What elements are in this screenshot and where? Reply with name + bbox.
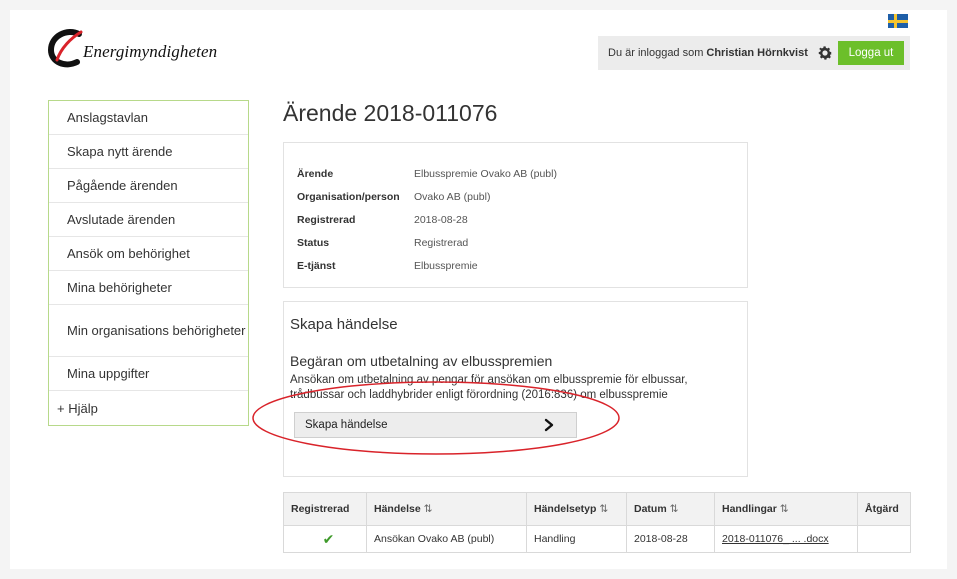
- event-cell: Ansökan Ovako AB (publ): [366, 525, 527, 553]
- col-atgard: Åtgärd: [857, 492, 911, 526]
- create-event-button[interactable]: Skapa händelse: [294, 412, 577, 438]
- sidebar-item-anslagstavlan[interactable]: Anslagstavlan: [49, 101, 248, 135]
- sort-icon[interactable]: ⇅: [780, 503, 789, 515]
- swedish-flag-icon[interactable]: [888, 14, 908, 28]
- date-cell: 2018-08-28: [626, 525, 715, 553]
- create-event-card: Skapa händelse Begäran om utbetalning av…: [283, 301, 748, 477]
- info-value: Ovako AB (publ): [414, 190, 491, 203]
- info-key: Ärende: [297, 167, 334, 180]
- col-handlingar[interactable]: Handlingar ⇅: [714, 492, 858, 526]
- sort-icon[interactable]: ⇅: [424, 503, 433, 515]
- sort-icon[interactable]: ⇅: [670, 503, 679, 515]
- info-key: Registrerad: [297, 213, 356, 226]
- sidebar-item-ansok-om-behorighet[interactable]: Ansök om behörighet: [49, 237, 248, 271]
- logout-button[interactable]: Logga ut: [838, 41, 904, 65]
- info-row: Ärende Elbusspremie Ovako AB (publ): [297, 162, 747, 185]
- checkmark-icon: ✔: [322, 530, 335, 547]
- document-link[interactable]: 2018-011076_ ... .docx: [722, 533, 829, 545]
- events-table: Registrerad Händelse ⇅ Händelsetyp ⇅ Dat…: [283, 492, 911, 553]
- sidebar-item-hjalp[interactable]: + Hjälp: [49, 391, 248, 425]
- col-registrerad: Registrerad: [283, 492, 367, 526]
- sort-icon[interactable]: ⇅: [599, 503, 608, 515]
- info-value: 2018-08-28: [414, 213, 468, 226]
- info-key: Organisation/person: [297, 190, 400, 203]
- info-row: E-tjänst Elbusspremie: [297, 254, 747, 277]
- info-key: Status: [297, 236, 330, 249]
- logo[interactable]: Energimyndigheten: [45, 26, 217, 70]
- info-row: Registrerad 2018-08-28: [297, 208, 747, 231]
- table-header-row: Registrerad Händelse ⇅ Händelsetyp ⇅ Dat…: [283, 492, 911, 526]
- create-event-button-label: Skapa händelse: [305, 419, 388, 431]
- user-bar: Du är inloggad som Christian Hörnkvist Lo…: [598, 36, 910, 70]
- logged-in-label: Du är inloggad som Christian Hörnkvist: [608, 47, 808, 59]
- user-name: Christian Hörnkvist: [706, 47, 808, 59]
- sidebar-item-mina-behorigheter[interactable]: Mina behörigheter: [49, 271, 248, 305]
- documents-cell: 2018-011076_ ... .docx: [714, 525, 858, 553]
- info-value: Elbusspremie: [414, 259, 478, 272]
- energimyndigheten-logo-icon: [47, 29, 83, 68]
- case-info-card: Ärende Elbusspremie Ovako AB (publ) Organ…: [283, 142, 748, 288]
- sidebar-nav: Anslagstavlan Skapa nytt ärende Pågående…: [48, 100, 249, 426]
- col-handelse[interactable]: Händelse ⇅: [366, 492, 527, 526]
- col-datum[interactable]: Datum ⇅: [626, 492, 715, 526]
- logo-text: Energimyndigheten: [83, 42, 218, 61]
- page-title: Ärende 2018-011076: [283, 100, 498, 126]
- sidebar-item-min-organisations-behorigheter[interactable]: Min organisations behörigheter: [49, 305, 248, 357]
- chevron-right-icon: [544, 418, 554, 432]
- create-event-description: Ansökan om utbetalning av pengar för ans…: [290, 374, 688, 401]
- col-handelsetyp[interactable]: Händelsetyp ⇅: [526, 492, 627, 526]
- info-value: Registrerad: [414, 236, 469, 249]
- table-row: ✔ Ansökan Ovako AB (publ) Handling 2018-…: [283, 525, 911, 553]
- create-event-subheading: Begäran om utbetalning av elbusspremien: [290, 353, 553, 369]
- info-value: Elbusspremie Ovako AB (publ): [414, 167, 557, 180]
- registered-cell: ✔: [283, 525, 367, 553]
- create-event-heading: Skapa händelse: [290, 316, 398, 333]
- action-cell: [857, 525, 911, 553]
- sidebar-item-mina-uppgifter[interactable]: Mina uppgifter: [49, 357, 248, 391]
- gear-icon[interactable]: [816, 44, 834, 62]
- event-type-cell: Handling: [526, 525, 627, 553]
- sidebar-item-skapa-nytt-arende[interactable]: Skapa nytt ärende: [49, 135, 248, 169]
- info-row: Status Registrerad: [297, 231, 747, 254]
- sidebar-item-pagaende-arenden[interactable]: Pågående ärenden: [49, 169, 248, 203]
- info-key: E-tjänst: [297, 259, 336, 272]
- sidebar-item-avslutade-arenden[interactable]: Avslutade ärenden: [49, 203, 248, 237]
- info-row: Organisation/person Ovako AB (publ): [297, 185, 747, 208]
